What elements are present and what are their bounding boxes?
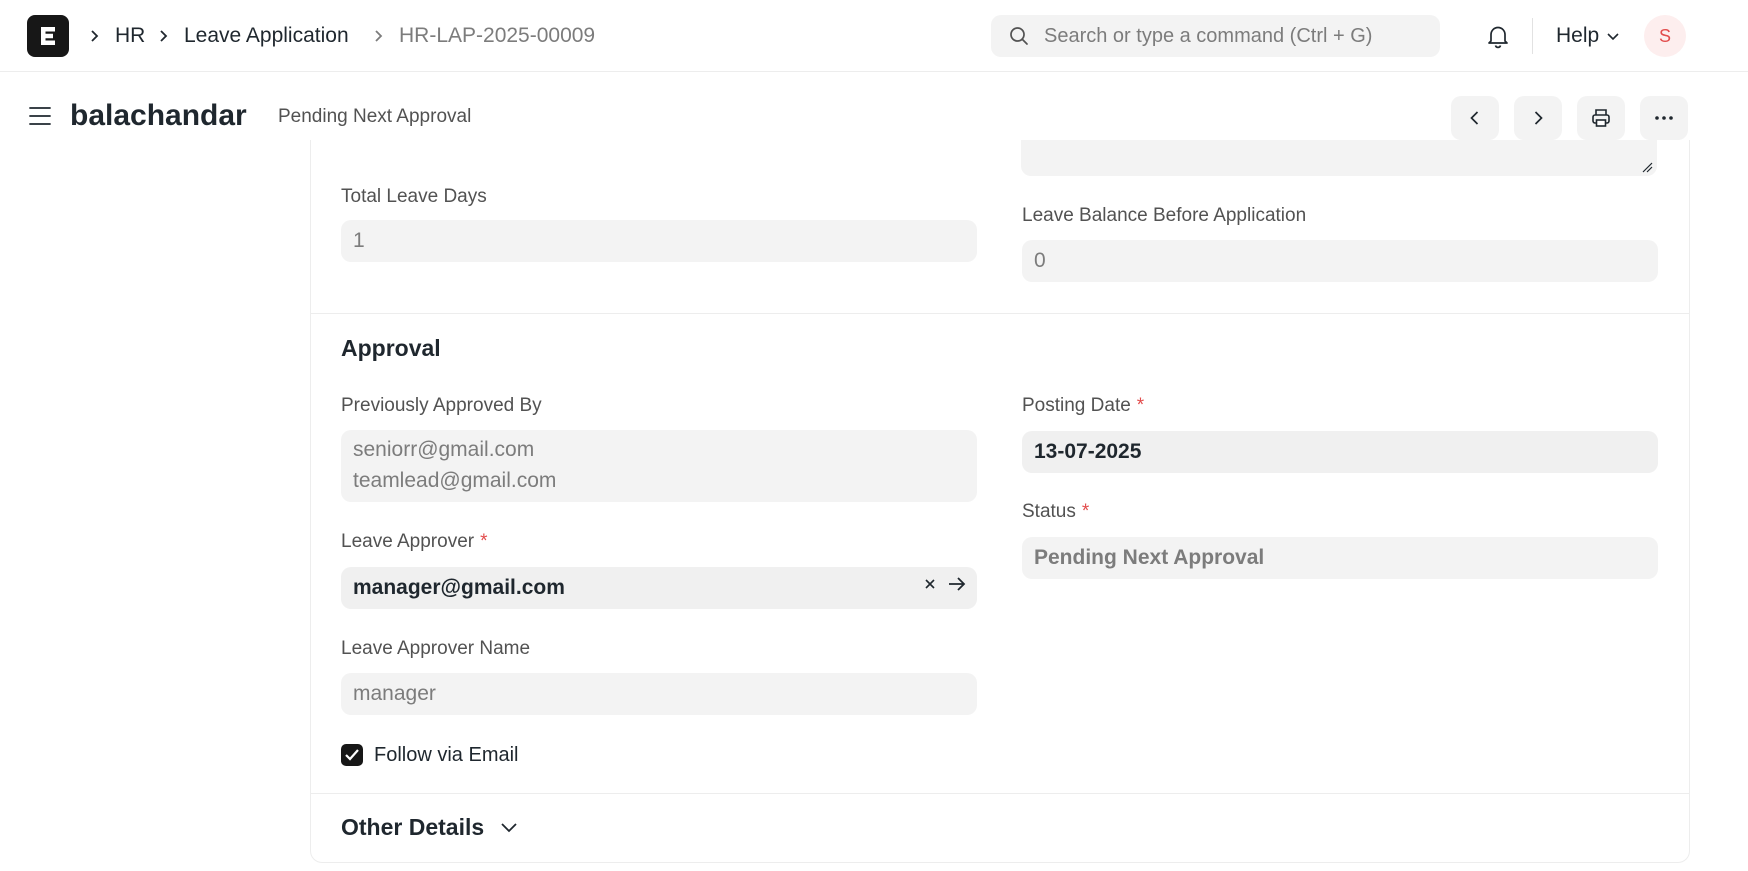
previously-approved-by-label: Previously Approved By bbox=[341, 395, 542, 416]
textarea-field-bottom[interactable] bbox=[1021, 140, 1657, 176]
breadcrumb-leave-application[interactable]: Leave Application bbox=[184, 22, 349, 50]
breadcrumb-hr[interactable]: HR bbox=[115, 22, 145, 50]
previous-doc-button[interactable] bbox=[1451, 96, 1499, 140]
total-leave-days-label: Total Leave Days bbox=[341, 186, 487, 207]
top-navbar: HR Leave Application HR-LAP-2025-00009 H… bbox=[0, 0, 1748, 72]
chevron-right-icon bbox=[91, 30, 99, 42]
follow-via-email-label[interactable]: Follow via Email bbox=[374, 742, 518, 768]
search-icon bbox=[1010, 27, 1028, 45]
posting-date-field[interactable]: 13-07-2025 bbox=[1022, 431, 1658, 473]
link-field-controls bbox=[923, 575, 967, 593]
previously-approved-by-field[interactable]: seniorr@gmail.com teamlead@gmail.com bbox=[341, 430, 977, 502]
total-leave-days-field[interactable]: 1 bbox=[341, 220, 977, 262]
section-divider bbox=[311, 793, 1689, 794]
help-dropdown[interactable]: Help bbox=[1556, 22, 1621, 50]
sidebar-toggle-icon[interactable] bbox=[28, 105, 52, 127]
next-doc-button[interactable] bbox=[1514, 96, 1562, 140]
navbar-divider bbox=[1532, 18, 1533, 54]
leave-approver-value: manager@gmail.com bbox=[353, 576, 565, 599]
other-details-title: Other Details bbox=[341, 814, 485, 840]
chevron-right-icon bbox=[160, 30, 168, 42]
document-status: Pending Next Approval bbox=[278, 106, 472, 127]
leave-balance-field[interactable]: 0 bbox=[1022, 240, 1658, 282]
approval-section-title: Approval bbox=[341, 335, 441, 361]
chevron-right-icon bbox=[1534, 111, 1543, 125]
printer-icon bbox=[1592, 109, 1610, 127]
required-marker: * bbox=[480, 531, 488, 552]
follow-via-email-checkbox[interactable] bbox=[341, 744, 363, 766]
approver-entry: teamlead@gmail.com bbox=[353, 469, 557, 492]
section-divider bbox=[311, 313, 1689, 314]
more-actions-button[interactable] bbox=[1640, 96, 1688, 140]
chevron-down-icon bbox=[501, 823, 517, 833]
leave-approver-name-label: Leave Approver Name bbox=[341, 638, 531, 659]
chevron-down-icon bbox=[1607, 33, 1619, 41]
search-input[interactable] bbox=[1044, 15, 1424, 57]
clear-icon[interactable] bbox=[923, 577, 937, 591]
help-label: Help bbox=[1556, 24, 1600, 47]
chevron-left-icon bbox=[1470, 111, 1479, 125]
breadcrumb-current-doc[interactable]: HR-LAP-2025-00009 bbox=[399, 22, 595, 50]
approver-entry: seniorr@gmail.com bbox=[353, 438, 535, 461]
app-logo-icon[interactable] bbox=[27, 15, 69, 57]
posting-date-label: Posting Date * bbox=[1022, 395, 1145, 416]
leave-approver-field[interactable]: manager@gmail.com bbox=[341, 567, 977, 609]
notification-bell-icon[interactable] bbox=[1484, 22, 1512, 50]
leave-approver-name-field[interactable]: manager bbox=[341, 673, 977, 715]
print-button[interactable] bbox=[1577, 96, 1625, 140]
required-marker: * bbox=[1136, 395, 1145, 416]
arrow-right-icon[interactable] bbox=[947, 575, 967, 593]
search-bar[interactable] bbox=[991, 15, 1440, 57]
other-details-section-header[interactable]: Other Details bbox=[341, 812, 520, 842]
chevron-right-icon bbox=[375, 30, 383, 42]
checkmark-icon bbox=[345, 749, 359, 761]
leave-approver-label: Leave Approver * bbox=[341, 531, 488, 552]
status-field[interactable]: Pending Next Approval bbox=[1022, 537, 1658, 579]
leave-balance-label: Leave Balance Before Application bbox=[1022, 205, 1307, 226]
form-card: Total Leave Days 1 Leave Balance Before … bbox=[310, 140, 1690, 863]
required-marker: * bbox=[1081, 501, 1090, 522]
more-horizontal-icon bbox=[1655, 116, 1673, 120]
status-label: Status * bbox=[1022, 501, 1090, 522]
user-avatar[interactable]: S bbox=[1644, 15, 1686, 57]
page-title: balachandar bbox=[70, 99, 247, 132]
resize-handle-icon[interactable] bbox=[1641, 161, 1653, 173]
